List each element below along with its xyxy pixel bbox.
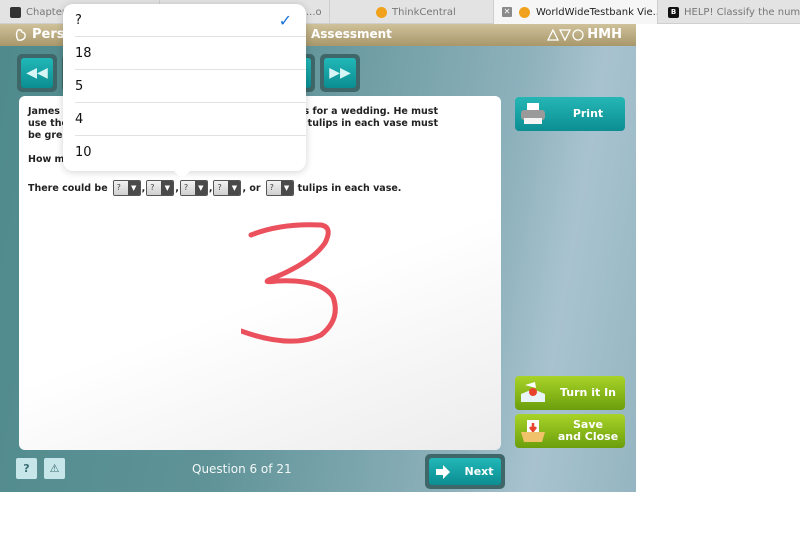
printer-icon — [515, 99, 551, 129]
help-icon: ? — [23, 462, 30, 475]
next-label: Next — [464, 465, 494, 478]
close-tab-icon[interactable]: ✕ — [502, 7, 512, 17]
save-and-close-button[interactable]: Save and Close — [515, 414, 625, 448]
answer-prefix: There could be — [28, 182, 108, 194]
print-label: Print — [572, 107, 604, 120]
warning-icon: ⚠ — [49, 462, 60, 475]
next-button[interactable]: Next — [425, 454, 505, 489]
dropdown-arrow-icon: ▼ — [161, 181, 174, 195]
answer-suffix: tulips in each vase. — [297, 182, 402, 194]
hmh-shapes-icon — [547, 28, 584, 41]
tab-help-classify[interactable]: B HELP! Classify the num — [658, 0, 800, 24]
save-label-line2: and Close — [557, 430, 619, 443]
option-label: ? — [75, 12, 82, 28]
answer-select-3[interactable]: ? ▼ — [179, 180, 208, 196]
site-favicon-icon — [519, 7, 530, 18]
option-label: 18 — [75, 45, 92, 61]
question-counter: Question 6 of 21 — [192, 462, 292, 476]
answer-select-5[interactable]: ? ▼ — [265, 180, 294, 196]
handwritten-3-drawing — [241, 222, 338, 344]
question-line-1-right: ses for a wedding. He must — [291, 106, 438, 117]
brand-logo: Pers — [14, 27, 65, 42]
tab-worldwidetestbank[interactable]: ✕ WorldWideTestbank Vie... — [494, 0, 658, 24]
tab-label: ...o — [306, 6, 322, 18]
save-folder-icon — [515, 416, 551, 446]
option-item[interactable]: ? ✓ — [75, 4, 306, 37]
tab-thinkcentral[interactable]: ThinkCentral — [330, 0, 494, 24]
turn-it-in-button[interactable]: Turn it In — [515, 376, 625, 410]
tab-label: Chapter — [26, 6, 66, 18]
separator: , — [208, 182, 213, 194]
turn-in-label: Turn it In — [560, 386, 616, 399]
option-item[interactable]: 18 — [75, 37, 306, 70]
brainly-icon: B — [668, 7, 679, 18]
separator: , — [141, 182, 146, 194]
site-favicon-icon — [376, 7, 387, 18]
tab-label: WorldWideTestbank Vie... — [536, 6, 658, 18]
brand-name: Pers — [32, 27, 65, 42]
question-prompt: How m — [28, 154, 65, 165]
option-label: 10 — [75, 145, 92, 160]
rewind-icon: ◀◀ — [26, 65, 48, 81]
answer-options-popover: ? ✓ 18 5 4 10 — [63, 4, 306, 179]
profile-icon — [10, 7, 21, 18]
turn-in-tray-icon — [515, 378, 551, 408]
answer-select-4[interactable]: ? ▼ — [213, 180, 242, 196]
separator-or: , or — [242, 182, 261, 194]
dropdown-arrow-icon: ▼ — [194, 181, 207, 195]
answer-select-2[interactable]: ? ▼ — [146, 180, 175, 196]
fast-forward-icon: ▶▶ — [329, 65, 351, 81]
answer-sentence: There could be ? ▼ , ? ▼ , ? ▼ , ? ▼ , or ? ▼… — [28, 180, 401, 196]
help-button[interactable]: ? — [16, 458, 37, 479]
checkmark-icon: ✓ — [278, 10, 292, 30]
save-and-close-label: Save and Close — [551, 419, 625, 443]
dropdown-arrow-icon: ▼ — [280, 181, 293, 195]
tab-label: ThinkCentral — [392, 6, 456, 18]
separator: , — [175, 182, 179, 194]
dropdown-arrow-icon: ▼ — [127, 181, 140, 195]
arrow-right-icon — [429, 464, 457, 479]
dropdown-arrow-icon: ▼ — [228, 181, 241, 195]
option-label: 5 — [75, 78, 84, 94]
question-line-2-right: r of tulips in each vase must — [285, 118, 438, 129]
option-label: 4 — [75, 111, 84, 127]
leaf-logo-icon — [15, 28, 26, 41]
tab-label: HELP! Classify the num — [684, 6, 800, 18]
publisher-logo: HMH — [547, 27, 622, 42]
option-item[interactable]: 5 — [75, 70, 306, 103]
page-title: Assessment — [311, 27, 392, 41]
first-question-button[interactable]: ◀◀ — [17, 54, 57, 92]
last-question-button[interactable]: ▶▶ — [320, 54, 360, 92]
option-item[interactable]: 10 — [75, 136, 306, 169]
question-line-2-left: use the — [28, 118, 68, 129]
option-item[interactable]: 4 — [75, 103, 306, 136]
answer-select-1[interactable]: ? ▼ — [112, 180, 141, 196]
report-problem-button[interactable]: ⚠ — [44, 458, 65, 479]
publisher-name: HMH — [587, 27, 622, 42]
print-button[interactable]: Print — [515, 97, 625, 131]
